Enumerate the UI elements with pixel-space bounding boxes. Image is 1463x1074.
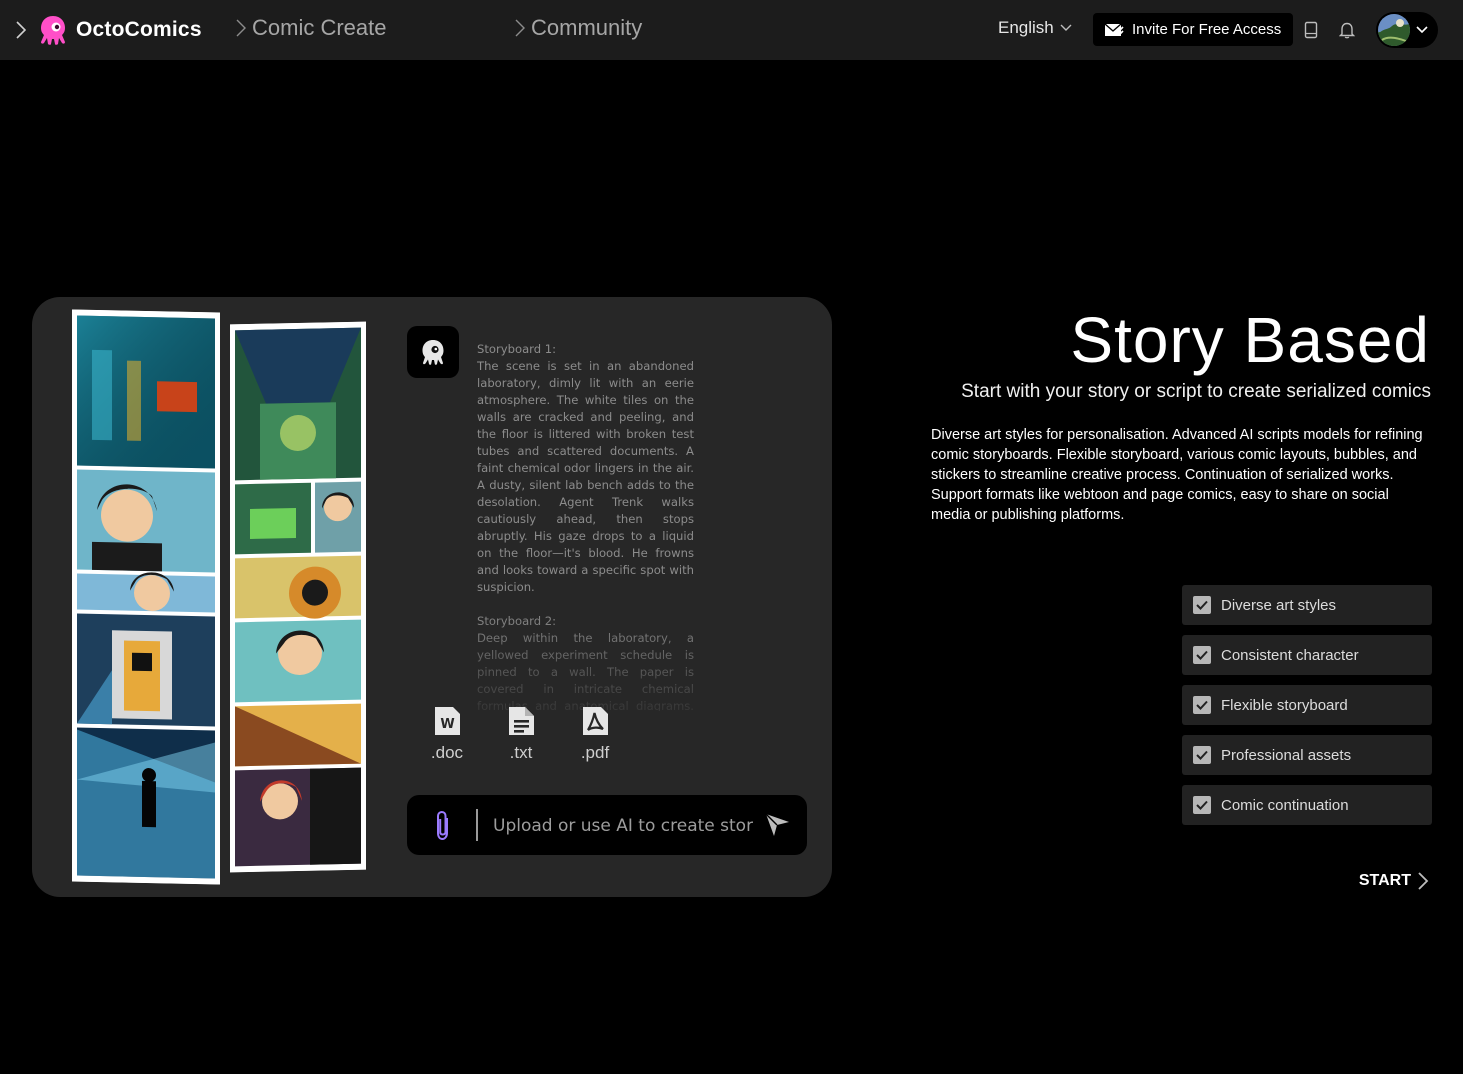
avatar (1378, 14, 1410, 46)
checkmark-icon (1193, 696, 1211, 714)
chevron-right-icon (1418, 872, 1429, 890)
feature-label: Consistent character (1221, 646, 1359, 664)
feature-item: Diverse art styles (1182, 585, 1432, 625)
nav-comic-create[interactable]: Comic Create (236, 15, 386, 41)
paperclip-icon[interactable] (433, 809, 453, 843)
start-button[interactable]: START (1359, 871, 1429, 891)
file-type-label: .txt (509, 743, 533, 762)
file-type-doc[interactable]: W .doc (417, 705, 477, 763)
comic-strip-left (72, 309, 220, 885)
octopus-logo-icon (38, 14, 68, 46)
send-icon[interactable] (763, 811, 791, 839)
nav-label: Comic Create (252, 15, 387, 40)
feature-item: Flexible storyboard (1182, 685, 1432, 725)
chevron-down-icon (1416, 26, 1428, 34)
brand-link[interactable]: OctoComics (38, 14, 202, 46)
storyboard-body: The scene is set in an abandoned laborat… (477, 359, 694, 594)
start-label: START (1358, 872, 1411, 889)
user-menu[interactable] (1376, 12, 1438, 48)
nav-label: Community (531, 15, 643, 40)
doc-file-icon: W (435, 707, 460, 735)
input-divider (476, 809, 478, 841)
brand-name: OctoComics (76, 18, 202, 41)
feature-item: Comic continuation (1182, 785, 1432, 825)
storyboard-title: Storyboard 2: (477, 614, 557, 628)
sidebar-toggle-icon[interactable] (10, 19, 32, 41)
feature-label: Professional assets (1221, 746, 1352, 764)
language-label: English (998, 18, 1054, 37)
doc-letter: W (440, 717, 454, 732)
mail-icon (1104, 22, 1124, 36)
feature-item: Professional assets (1182, 735, 1432, 775)
checkmark-icon (1193, 746, 1211, 764)
book-icon[interactable] (1301, 20, 1321, 40)
hero-description: Diverse art styles for personalisation. … (931, 427, 1423, 523)
feature-label: Flexible storyboard (1221, 696, 1348, 714)
language-select[interactable]: English (998, 18, 1072, 38)
storyboard-title: Storyboard 1: (477, 342, 557, 356)
chevron-right-icon (236, 19, 246, 37)
chevron-down-icon (1060, 24, 1072, 31)
top-bar: OctoComics Comic Create Community Englis… (0, 0, 1463, 60)
nav-community[interactable]: Community (515, 15, 642, 41)
checkmark-icon (1193, 646, 1211, 664)
story-input[interactable] (493, 813, 753, 839)
comic-strip-right (230, 321, 366, 873)
feature-item: Consistent character (1182, 635, 1432, 675)
hero-subtitle: Start with your story or script to creat… (961, 381, 1431, 402)
bell-icon[interactable] (1337, 20, 1357, 40)
chevron-right-icon (515, 19, 525, 37)
story-input-bar (407, 795, 807, 855)
invite-button[interactable]: Invite For Free Access (1093, 13, 1293, 46)
file-type-pdf[interactable]: .pdf (565, 705, 625, 763)
file-type-label: .pdf (580, 743, 610, 762)
bot-avatar-icon (407, 326, 459, 378)
storyboard-block: Storyboard 1: The scene is set in an aba… (477, 341, 694, 596)
checkmark-icon (1193, 796, 1211, 814)
feature-label: Diverse art styles (1221, 596, 1337, 614)
pdf-file-icon (583, 707, 608, 735)
storyboard-text: Storyboard 1: The scene is set in an aba… (477, 341, 694, 711)
feature-label: Comic continuation (1221, 796, 1349, 814)
checkmark-icon (1193, 596, 1211, 614)
storyboard-body: Deep within the laboratory, a yellowed e… (477, 631, 694, 711)
txt-file-icon (509, 707, 534, 735)
feature-list: Diverse art styles Consistent character … (1182, 585, 1432, 835)
hero-title: Story Based (1070, 304, 1430, 376)
file-type-txt[interactable]: .txt (491, 705, 551, 763)
file-type-label: .doc (430, 743, 464, 762)
invite-label: Invite For Free Access (1132, 21, 1282, 38)
storyboard-block: Storyboard 2: Deep within the laboratory… (477, 613, 694, 711)
story-showcase-card: Storyboard 1: The scene is set in an aba… (32, 297, 832, 897)
